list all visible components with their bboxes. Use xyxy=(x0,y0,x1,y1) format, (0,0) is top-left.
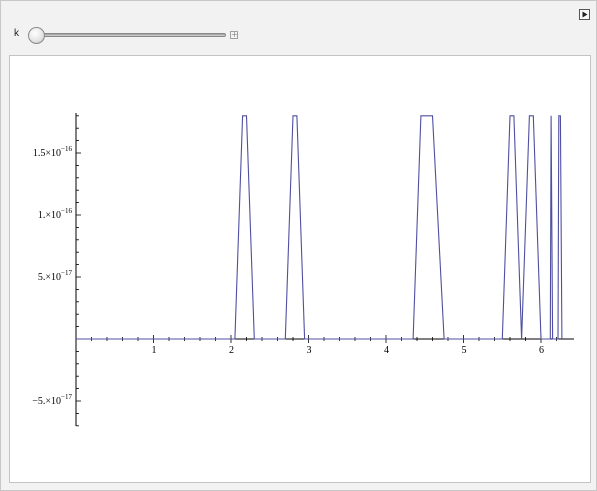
manipulate-panel: k + 1 2 3 4 5 6 1.5×10−16 1.×10−16 5.×10−17 −5.×1… xyxy=(0,0,597,491)
line-chart: 1 2 3 4 5 61.5×10−161.×10−165.×10−17−5.×10−17 xyxy=(32,113,574,427)
y-tick-exponent: −17 xyxy=(61,393,72,401)
x-tick-label: 2 xyxy=(229,345,234,356)
slider-options-button[interactable]: + xyxy=(230,31,238,39)
slider-label: k xyxy=(14,28,19,39)
x-tick-label: 3 xyxy=(307,345,312,356)
y-tick-label: −5.×10−17 xyxy=(32,393,72,407)
play-animation-button[interactable] xyxy=(579,9,590,20)
y-tick-exponent: −16 xyxy=(61,145,72,153)
y-tick-exponent: −17 xyxy=(61,269,72,277)
x-tick-label: 6 xyxy=(539,345,544,356)
plus-icon: + xyxy=(231,30,238,39)
y-tick-label: 1.5×10−16 xyxy=(33,145,73,159)
play-triangle-icon xyxy=(582,11,588,18)
y-tick-mantissa: 1.5 xyxy=(33,148,46,159)
series-line xyxy=(76,115,563,340)
k-slider-track[interactable] xyxy=(28,33,226,37)
x-tick-label: 1 xyxy=(152,345,157,356)
y-tick-times: ×10 xyxy=(45,210,61,221)
y-tick-times: ×10 xyxy=(45,396,61,407)
y-tick-label: 1.×10−16 xyxy=(38,207,73,221)
y-tick-mantissa: −5. xyxy=(32,396,45,407)
plot-area: 1 2 3 4 5 6 1.5×10−16 1.×10−16 5.×10−17 −5.×10−17 xyxy=(9,55,591,483)
y-tick-mantissa: 1. xyxy=(38,210,46,221)
y-tick-exponent: −16 xyxy=(61,207,72,215)
y-tick-mantissa: 5. xyxy=(38,272,46,283)
k-slider-thumb[interactable] xyxy=(28,27,45,44)
y-tick-times: ×10 xyxy=(45,272,61,283)
x-tick-label: 4 xyxy=(384,345,389,356)
y-tick-label: 5.×10−17 xyxy=(38,269,73,283)
y-tick-times: ×10 xyxy=(45,148,61,159)
x-tick-label: 5 xyxy=(462,345,467,356)
